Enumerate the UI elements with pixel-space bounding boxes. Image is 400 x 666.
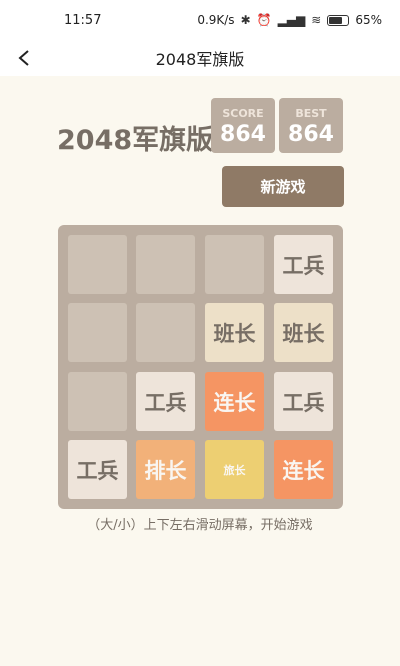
battery-icon (327, 14, 350, 26)
alarm-icon: ⏰ (256, 13, 272, 27)
best-label: BEST (295, 107, 327, 120)
app-bar: 2048军旗版 (0, 40, 400, 76)
board-cell (68, 303, 127, 362)
board-cell (205, 235, 264, 294)
tile-gongbing: 工兵 (68, 440, 127, 499)
tile-lianzhang: 连长 (274, 440, 333, 499)
board-cell (68, 235, 127, 294)
new-game-button[interactable]: 新游戏 (222, 166, 344, 207)
app-bar-title: 2048军旗版 (155, 50, 245, 69)
game-board[interactable]: 工兵 班长 班长 工兵 连长 工兵 工兵 排长 旅长 连长 (58, 225, 343, 509)
board-cell (136, 235, 195, 294)
bluetooth-icon: ✱ (240, 13, 251, 27)
status-bar: 11:57 0.9K/s ✱ ⏰ ▂▄▆ ≋ 65% (0, 0, 400, 40)
board-cell (68, 372, 127, 431)
battery-percent: 65% (355, 13, 382, 27)
score-box: SCORE 864 (211, 98, 275, 153)
tile-banzhang: 班长 (205, 303, 264, 362)
score-value: 864 (220, 122, 266, 147)
score-label: SCORE (222, 107, 264, 120)
tile-paizhang: 排长 (136, 440, 195, 499)
tile-lianzhang: 连长 (205, 372, 264, 431)
tile-banzhang: 班长 (274, 303, 333, 362)
tile-gongbing: 工兵 (274, 235, 333, 294)
network-speed: 0.9K/s (197, 13, 235, 27)
best-value: 864 (288, 122, 334, 147)
tile-gongbing: 工兵 (274, 372, 333, 431)
best-box: BEST 864 (279, 98, 343, 153)
wifi-icon: ≋ (311, 13, 322, 27)
status-icons: 0.9K/s ✱ ⏰ ▂▄▆ ≋ 65% (197, 13, 382, 27)
signal-icon: ▂▄▆ (277, 13, 306, 27)
back-icon[interactable] (12, 46, 36, 70)
tile-gongbing: 工兵 (136, 372, 195, 431)
tile-lvzhang: 旅长 (205, 440, 264, 499)
game-title: 2048军旗版 (57, 125, 214, 156)
status-time: 11:57 (64, 12, 102, 28)
hint-text: （大/小）上下左右滑动屏幕，开始游戏 (87, 518, 313, 533)
board-cell (136, 303, 195, 362)
